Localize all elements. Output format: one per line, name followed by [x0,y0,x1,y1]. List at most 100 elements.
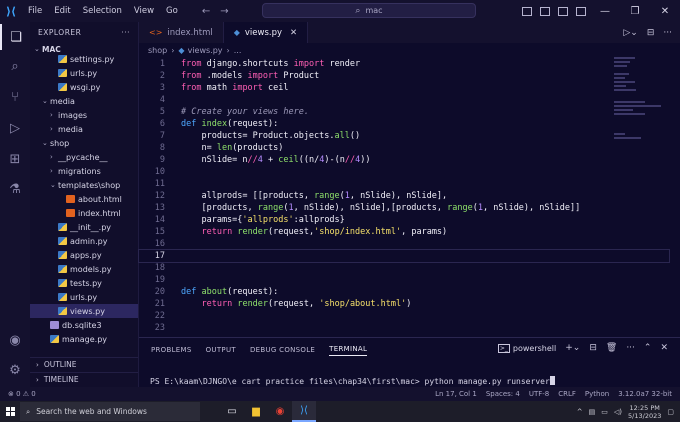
task-view-icon[interactable]: ▭ [220,401,244,422]
code-token: import [232,83,263,93]
status-item[interactable]: CRLF [558,390,576,398]
tree-item[interactable]: ⌄ media [30,94,138,108]
split-editor-icon[interactable]: ⊟ [647,28,655,38]
command-center-search[interactable]: ⌕ mac [262,3,476,18]
kill-terminal-icon[interactable]: 🗑 [606,343,617,353]
tray-overflow-icon[interactable]: ^ [577,408,583,416]
split-terminal-icon[interactable]: ⊟ [589,343,597,353]
line-number: 23 [154,323,165,333]
back-arrow-icon[interactable]: ← [202,6,220,17]
line-number: 8 [159,143,165,153]
close-tab-icon[interactable]: ✕ [290,28,297,38]
chrome-icon[interactable]: ◉ [268,401,292,422]
network-icon[interactable]: ▤ [589,408,596,416]
search-view-icon[interactable]: ⌕ [0,53,30,79]
restore-button[interactable]: ❐ [620,6,650,17]
menu-edit[interactable]: Edit [48,6,76,16]
py-file-icon [58,223,67,231]
extensions-icon[interactable]: ⊞ [0,146,30,172]
more-actions-icon[interactable]: ··· [626,343,635,353]
run-debug-icon[interactable]: ▷ [0,115,30,141]
tree-item[interactable]: › media [30,122,138,136]
more-actions-icon[interactable]: ··· [663,28,672,38]
code-token: ceil [262,83,289,93]
settings-gear-icon[interactable]: ⚙ [0,357,30,383]
volume-icon[interactable]: ◁) [614,408,622,416]
tree-item[interactable]: ⌄ templates\shop [30,178,138,192]
testing-icon[interactable]: ⚗ [0,176,30,202]
tree-item[interactable]: __init__.py [30,220,138,234]
toggle-panel-icon[interactable] [540,6,550,16]
minimap-line [614,77,626,79]
menu-file[interactable]: File [22,6,48,16]
code-line: 5 # Create your views here. [139,106,669,118]
tab-views-py[interactable]: ◆ views.py ✕ [223,22,309,43]
toggle-sidebar-icon[interactable] [522,6,532,16]
vscode-taskbar-icon[interactable]: ⟩⟨ [292,401,316,422]
customize-layout-icon[interactable] [576,6,586,16]
tree-item[interactable]: index.html [30,206,138,220]
tree-item[interactable]: db.sqlite3 [30,318,138,332]
status-item[interactable]: 3.12.0a7 32-bit [618,390,672,398]
explorer-icon[interactable]: ❏ [0,24,30,50]
vscode-logo-icon: ⟩⟨ [5,4,17,18]
tree-item[interactable]: admin.py [30,234,138,248]
source-control-icon[interactable]: ⑂ [0,84,30,110]
terminal-output[interactable]: PS E:\kaam\DJNGO\e cart practice files\c… [150,376,555,386]
status-item[interactable]: Ln 17, Col 1 [435,390,477,398]
panel-tab-problems[interactable]: PROBLEMS [151,346,192,354]
tree-item[interactable]: › migrations [30,164,138,178]
windows-start-icon[interactable] [0,407,20,416]
status-item[interactable]: Spaces: 4 [486,390,520,398]
tree-item[interactable]: › __pycache__ [30,150,138,164]
breadcrumb-folder[interactable]: shop [148,46,167,55]
tree-item[interactable]: › images [30,108,138,122]
maximize-panel-icon[interactable]: ⌃ [644,343,652,353]
terminal-instance[interactable]: >_ powershell [497,343,556,353]
problems-count[interactable]: ⊗ 0 ⚠ 0 [0,390,36,398]
minimize-button[interactable]: — [590,6,620,17]
tree-item[interactable]: apps.py [30,248,138,262]
tree-item[interactable]: wsgi.py [30,80,138,94]
more-actions-icon[interactable]: ··· [121,28,130,37]
tree-item[interactable]: urls.py [30,290,138,304]
chevron-right-icon: › [50,167,53,175]
battery-icon[interactable]: ▭ [601,408,608,416]
menu-view[interactable]: View [128,6,160,16]
file-explorer-icon[interactable]: ▆ [244,401,268,422]
breadcrumb-file[interactable]: views.py [188,46,223,55]
status-item[interactable]: UTF-8 [529,390,549,398]
panel-tab-terminal[interactable]: TERMINAL [329,345,368,356]
code-editor[interactable]: 1 from django.shortcuts import render 2 fro… [138,57,680,337]
tree-item-label: apps.py [70,250,102,260]
taskbar-search[interactable]: ⌕ Search the web and Windows [20,402,200,421]
tree-item[interactable]: models.py [30,262,138,276]
tree-item[interactable]: manage.py [30,332,138,346]
outline-section[interactable]: › OUTLINE [30,357,138,371]
tree-item[interactable]: tests.py [30,276,138,290]
timeline-section[interactable]: › TIMELINE [30,372,138,386]
menu-selection[interactable]: Selection [77,6,128,16]
tree-item[interactable]: settings.py [30,52,138,66]
close-panel-icon[interactable]: ✕ [660,343,668,353]
panel-tab-debug-console[interactable]: DEBUG CONSOLE [250,346,315,354]
close-window-button[interactable]: ✕ [650,6,680,17]
code-token: // [247,155,258,165]
menu-go[interactable]: Go [160,6,184,16]
tab-index-html[interactable]: <> index.html [139,22,224,43]
forward-arrow-icon[interactable]: → [220,6,238,17]
tree-item[interactable]: views.py [30,304,138,318]
tree-item[interactable]: ⌄ shop [30,136,138,150]
minimap[interactable] [614,57,670,177]
breadcrumb-symbol[interactable]: ... [234,46,242,55]
new-terminal-icon[interactable]: +⌄ [565,343,580,353]
run-icon[interactable]: ▷⌄ [623,28,637,38]
status-item[interactable]: Python [585,390,609,398]
tree-item[interactable]: about.html [30,192,138,206]
clock[interactable]: 12:25 PM 5/13/2023 [628,404,661,420]
panel-tab-output[interactable]: OUTPUT [206,346,236,354]
toggle-secondary-sidebar-icon[interactable] [558,6,568,16]
notifications-icon[interactable]: ▢ [667,408,674,416]
accounts-icon[interactable]: ◉ [0,327,30,353]
tree-item[interactable]: urls.py [30,66,138,80]
